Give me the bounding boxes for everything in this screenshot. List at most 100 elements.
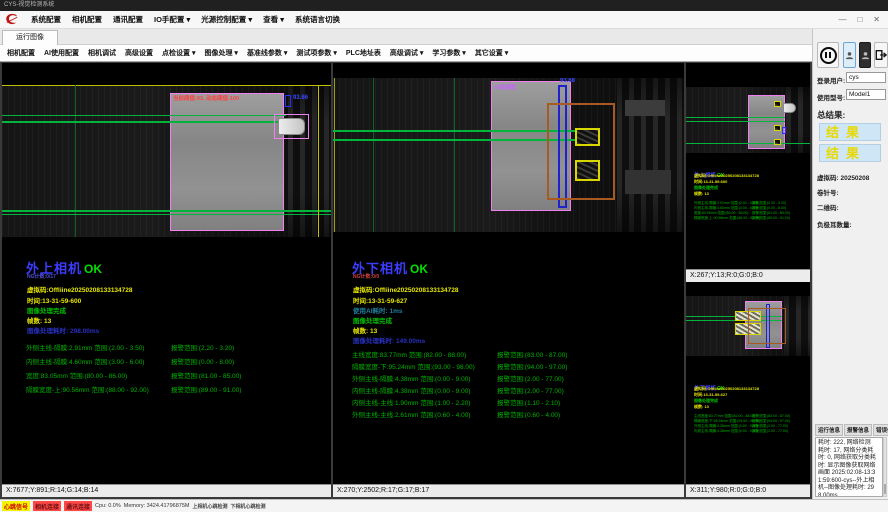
- measurement-text: 外侧主线-隔膜:2.91mm 范围:(2.00 - 3.50): [26, 342, 144, 352]
- tool-camera-config[interactable]: 相机配置: [7, 48, 35, 58]
- measurement-row: 内侧主线-主线:1.90mm 范围:(1.00 - 2.20)报警范围:(1.1…: [352, 397, 672, 409]
- user-icon: [845, 51, 854, 60]
- minimize-button[interactable]: —: [838, 11, 846, 29]
- result-done: 图像处理完成: [353, 315, 392, 325]
- measurement-text: 隔膜宽度-上:90.56mm 范围:(88.00 - 92.00): [694, 216, 760, 221]
- pixel-coord-bar: X:7677;Y:891;R:14;G:14;B:14: [2, 484, 331, 497]
- menu-item-system-config[interactable]: 系统配置: [31, 14, 61, 25]
- lower-camera-heartbeat[interactable]: 下相机心跳检测: [230, 503, 265, 510]
- result-time: 时间:13-31-59-600: [27, 295, 81, 305]
- measurement-row: 内侧主线-隔膜:4.38mm 范围:(0.00 - 9.00)报警范围:(2.0…: [694, 429, 806, 434]
- menu-item-camera-config[interactable]: 相机配置: [72, 14, 102, 25]
- tool-learning-params[interactable]: 学习参数 ▾: [432, 48, 465, 58]
- tab-run-image[interactable]: 运行图像: [2, 30, 58, 45]
- measurement-alarm: 报警范围:(83.00 - 87.00): [497, 349, 567, 359]
- log-tab-run[interactable]: 运行信息: [815, 424, 843, 436]
- tool-plc-address[interactable]: PLC地址表: [346, 48, 381, 58]
- window-titlebar: CYS-视觉检测系统: [0, 0, 888, 11]
- log-tab-alarm[interactable]: 报警信息: [844, 424, 872, 436]
- measurement-alarm: 报警范围:(94.00 - 97.00): [497, 361, 567, 371]
- menu-item-io-config[interactable]: IO手配置 ▾: [154, 14, 190, 25]
- camera-image-outer-upper[interactable]: 93.66 当前阈值:93, 动态阈值:100: [2, 85, 331, 237]
- log-scrollbar-thumb[interactable]: [884, 484, 886, 494]
- window-controls: — □ ✕: [838, 11, 880, 29]
- tab-strip: 运行图像: [0, 29, 812, 45]
- result-frames: 帧数: 13: [694, 404, 709, 410]
- camera-thumb-image-2[interactable]: [686, 296, 810, 356]
- upper-camera-heartbeat[interactable]: 上相机心跳检测: [192, 503, 227, 510]
- menu-item-language[interactable]: 系统语言切换: [295, 14, 340, 25]
- result-frames: 帧数: 13: [27, 315, 51, 325]
- tool-camera-debug[interactable]: 相机调试: [88, 48, 116, 58]
- user-login-button[interactable]: [843, 42, 856, 68]
- measurement-text: 内侧主线-隔膜:4.38mm 范围:(0.00 - 9.00): [694, 429, 758, 434]
- qr-code-label: 二维码:: [817, 202, 839, 212]
- measurement-text: 外侧主线-主线:2.61mm 范围:(0.60 - 4.00): [352, 409, 470, 419]
- measure-line-green-2: [333, 139, 578, 141]
- connector-blob: [278, 118, 305, 135]
- result-box-bottom: 结果: [819, 144, 881, 162]
- pin-number-label: 卷针号:: [817, 187, 839, 197]
- log-scrollbar[interactable]: [883, 437, 887, 497]
- menu-item-view[interactable]: 查看 ▾: [263, 14, 284, 25]
- tool-advanced-settings[interactable]: 高级设置: [125, 48, 153, 58]
- tool-image-processing[interactable]: 图像处理 ▾: [204, 48, 237, 58]
- panel-barcode: 虚拟码: 20250208: [817, 172, 869, 182]
- measurement-alarm: 报警范围:(89.00 - 91.00): [171, 384, 241, 394]
- measurement-row: 外侧主线-隔膜:2.91mm 范围:(2.00 - 3.50) 报警范围:(2.2…: [26, 342, 326, 356]
- result-ok-badge: OK: [410, 262, 428, 276]
- measurement-list: 外侧主线-隔膜:2.91mm 范围:(2.00 - 3.50) 报警范围:(2.2…: [26, 342, 326, 398]
- exit-button[interactable]: [874, 42, 888, 68]
- pixel-coord-bar: X:270;Y:2502;R:17;G:17;B:17: [333, 484, 684, 497]
- pause-icon: [820, 47, 837, 64]
- total-result-label: 总结果:: [817, 109, 845, 121]
- measurement-text: 宽度:83.05mm 范围:(80.00 - 86.00): [26, 370, 127, 380]
- comm-connection-badge: 通讯连接: [64, 501, 92, 511]
- result-frames: 帧数: 13: [694, 191, 709, 197]
- measure-line-green-2: [2, 121, 286, 123]
- pause-button[interactable]: [817, 42, 839, 68]
- tool-advanced-debug[interactable]: 高级调试 ▾: [390, 48, 423, 58]
- cpu-usage: Cpu: 0.0%: [95, 503, 121, 509]
- camera-thumb-outer-upper: 外上相机OK 虚拟码:Offliine20250208133134728 时间:…: [686, 63, 810, 282]
- log-tab-error[interactable]: 错误信息: [873, 424, 888, 436]
- pixel-coords: X:7677;Y:891;R:14;G:14;B:14: [6, 487, 98, 494]
- measurement-list-mini: 主线宽度:83.77mm 范围:(82.00 - 88.00)报警范围:(83.…: [694, 414, 806, 434]
- reference-line-green-vertical-2: [454, 78, 455, 232]
- status-bar: 心跳信号 相机连接 通讯连接 Cpu: 0.0% Memory: 3424.41…: [0, 499, 888, 512]
- result-ok-badge: OK: [84, 262, 102, 276]
- reference-line-yellow-edge: [334, 78, 335, 232]
- measurement-list: 主线宽度:83.77mm 范围:(82.00 - 88.00) 报警范围:(83.…: [352, 349, 672, 421]
- mini-detect-box-1: [774, 101, 781, 107]
- control-panel: 登录用户: 使用型号: 总结果: 结果 结果 虚拟码: 20250208 卷针号…: [812, 29, 888, 499]
- camera-image-outer-lower[interactable]: AI检测框 93.68: [333, 78, 684, 232]
- user-manage-button[interactable]: [859, 42, 871, 68]
- measurement-text: 外侧主线-隔膜:4.38mm 范围:(0.00 - 9.00): [352, 373, 470, 383]
- tool-spot-check[interactable]: 点检设置 ▾: [162, 48, 195, 58]
- tool-baseline-params[interactable]: 基准线参数 ▾: [247, 48, 287, 58]
- close-button[interactable]: ✕: [873, 11, 880, 29]
- menu-item-light-config[interactable]: 光源控制配置 ▾: [201, 14, 252, 25]
- pixel-coords: X:267;Y:13;R:0;G:0;B:0: [690, 272, 763, 279]
- measurement-alarm: 报警范围:(2.00 - 77.00): [497, 373, 564, 383]
- maximize-button[interactable]: □: [857, 11, 862, 29]
- tool-ai-usage-config[interactable]: AI使用配置: [44, 48, 79, 58]
- tool-other-settings[interactable]: 其它设置 ▾: [475, 48, 508, 58]
- machine-texture: [784, 296, 810, 356]
- result-block-outer-lower: 外下相机OK NG计数:0/0 虚拟码:Offliine202502081331…: [352, 258, 672, 458]
- login-user-input[interactable]: [846, 72, 886, 83]
- measurement-alarm: 报警范围:(2.20 - 3.20): [171, 342, 234, 352]
- menu-item-comm-config[interactable]: 通讯配置: [113, 14, 143, 25]
- tab-detect-box-2: [575, 160, 600, 181]
- measure-line-green-4: [2, 214, 331, 215]
- result-block-outer-upper: 外上相机OK NG计数:0/17 虚拟码:Offliine20250208133…: [26, 258, 326, 438]
- threshold-overlay: 当前阈值:93, 动态阈值:100: [173, 94, 239, 102]
- measurement-row: 外侧主线-主线:2.61mm 范围:(0.60 - 4.00)报警范围:(0.6…: [352, 409, 672, 421]
- camera-thumb-image-1[interactable]: [686, 87, 810, 153]
- measurement-text: 主线宽度:83.77mm 范围:(82.00 - 88.00): [352, 349, 466, 359]
- width-value-overlay: 93.66: [293, 95, 308, 101]
- model-input[interactable]: [846, 89, 886, 100]
- tool-test-params[interactable]: 测试项参数 ▾: [296, 48, 336, 58]
- measurement-row: 宽度:83.05mm 范围:(80.00 - 86.00)报警范围:(81.00…: [26, 370, 326, 384]
- measure-line-green-1: [686, 117, 785, 118]
